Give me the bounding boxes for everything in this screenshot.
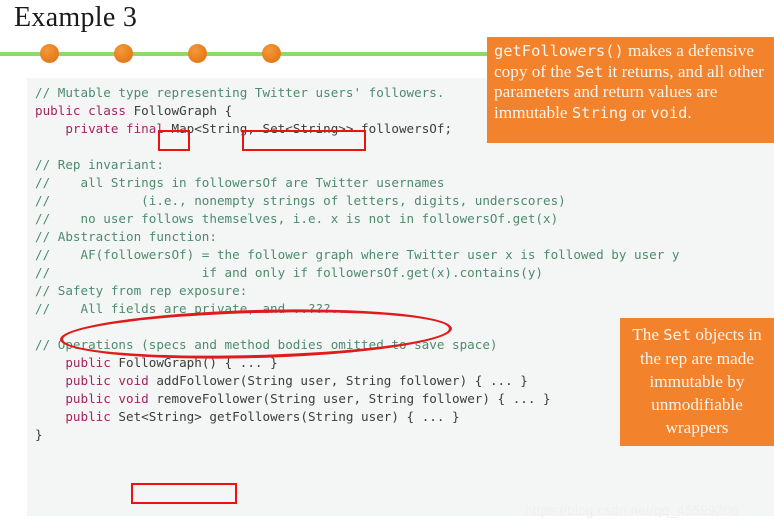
code-line: // all Strings in followersOf are Twitte… bbox=[27, 174, 774, 192]
callout-code-token: String bbox=[571, 103, 628, 122]
code-comment: // (i.e., nonempty strings of letters, d… bbox=[35, 193, 566, 208]
code-comment: // Rep invariant: bbox=[35, 157, 164, 172]
code-comment: // Mutable type representing Twitter use… bbox=[35, 85, 445, 100]
code-comment: // All fields are private, and ..???.. bbox=[35, 301, 346, 316]
code-line: // Abstraction function: bbox=[27, 228, 774, 246]
code-keyword: public class bbox=[35, 103, 134, 118]
code-line-all-fields: // All fields are private, and ..???.. bbox=[27, 300, 774, 318]
code-identifier: Map<String, Set<String>> followersOf; bbox=[171, 121, 453, 136]
rail-dot-2 bbox=[114, 44, 133, 63]
callout-prose: The bbox=[632, 325, 664, 344]
code-identifier: addFollower(String user, String follower… bbox=[156, 373, 528, 388]
callout-prose: or bbox=[627, 102, 651, 122]
code-line: // (i.e., nonempty strings of letters, d… bbox=[27, 192, 774, 210]
code-line: // no user follows themselves, i.e. x is… bbox=[27, 210, 774, 228]
callout-code-token: getFollowers() bbox=[494, 42, 624, 60]
watermark: https://blog.csdn.net/qq_45599206 bbox=[525, 503, 739, 518]
code-line-safety: // Safety from rep exposure: bbox=[27, 282, 774, 300]
code-identifier: Set<String> getFollowers(String user) { … bbox=[118, 409, 460, 424]
code-comment: // no user follows themselves, i.e. x is… bbox=[35, 211, 559, 226]
code-keyword: public bbox=[65, 355, 119, 370]
code-identifier: FollowGraph() { ... } bbox=[118, 355, 278, 370]
rail-dot-1 bbox=[40, 44, 59, 63]
code-identifier: } bbox=[35, 427, 43, 442]
callout-code-token: Set bbox=[663, 326, 692, 344]
code-line: // AF(followersOf) = the follower graph … bbox=[27, 246, 774, 264]
code-comment: // Abstraction function: bbox=[35, 229, 217, 244]
rail-dot-3 bbox=[188, 44, 207, 63]
code-identifier: removeFollower(String user, String follo… bbox=[156, 391, 551, 406]
code-comment: // all Strings in followersOf are Twitte… bbox=[35, 175, 445, 190]
code-comment: // Operations (specs and method bodies o… bbox=[35, 337, 498, 352]
code-comment: // if and only if followersOf.get(x).con… bbox=[35, 265, 543, 280]
code-line: // if and only if followersOf.get(x).con… bbox=[27, 264, 774, 282]
code-identifier: FollowGraph { bbox=[133, 103, 233, 118]
callout-text: getFollowers() makes a defensive copy of… bbox=[494, 41, 764, 122]
code-keyword: public void bbox=[65, 373, 157, 388]
code-keyword: public bbox=[65, 409, 119, 424]
callout-wrappers: The Set objects in the rep are made immu… bbox=[620, 318, 774, 446]
code-keyword: public void bbox=[65, 391, 157, 406]
code-line: // Rep invariant: bbox=[27, 156, 774, 174]
callout-code-token: Set bbox=[575, 62, 604, 81]
callout-code-token: void bbox=[650, 103, 688, 122]
code-comment: // AF(followersOf) = the follower graph … bbox=[35, 247, 680, 262]
code-comment: // Safety from rep exposure: bbox=[35, 283, 248, 298]
page-title: Example 3 bbox=[14, 2, 138, 33]
code-keyword: private final bbox=[65, 121, 172, 136]
rail-dot-4 bbox=[262, 44, 281, 63]
code-block: // Mutable type representing Twitter use… bbox=[27, 78, 774, 516]
callout-prose: . bbox=[687, 102, 692, 122]
callout-getfollowers: getFollowers() makes a defensive copy of… bbox=[487, 37, 774, 143]
callout-text: The Set objects in the rep are made immu… bbox=[632, 325, 762, 437]
